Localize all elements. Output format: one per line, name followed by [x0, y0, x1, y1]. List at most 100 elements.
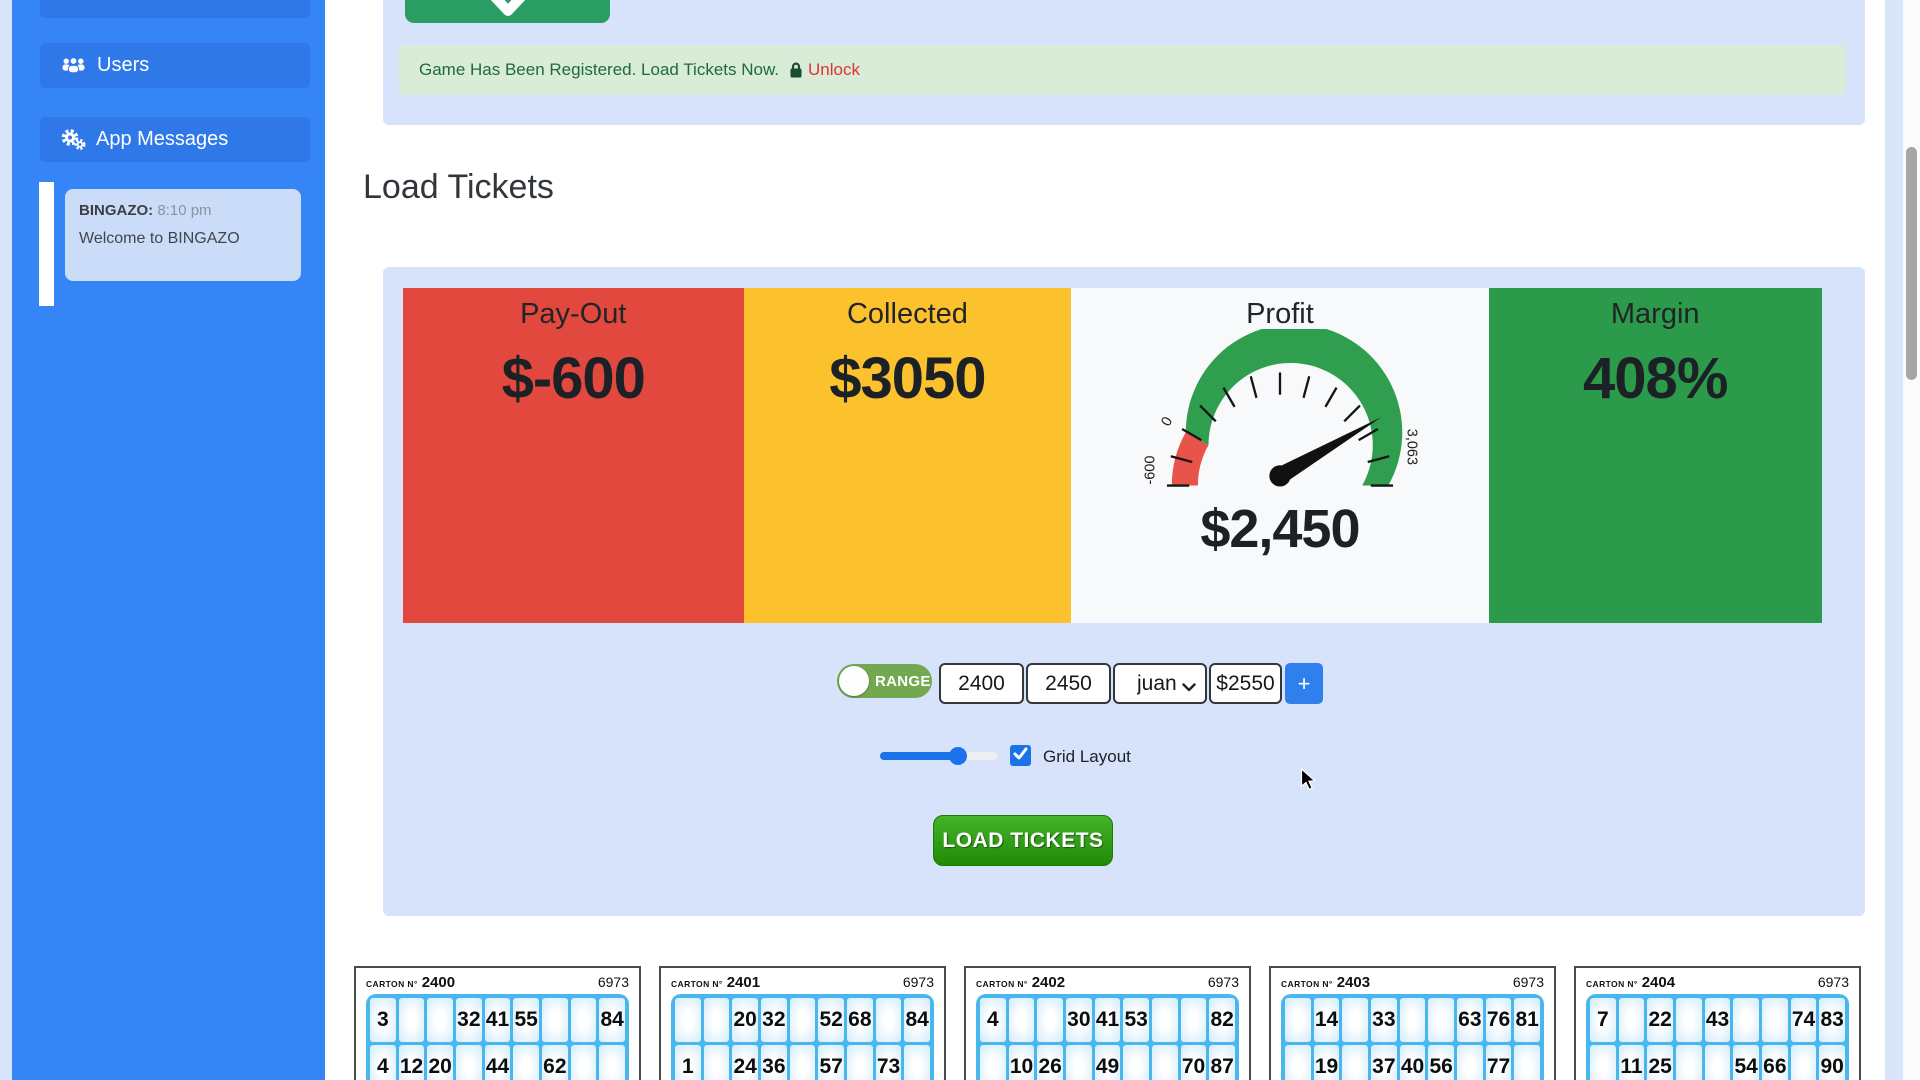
ticket-cell-number: 83 — [1819, 998, 1845, 1042]
sidebar-item-app-messages[interactable]: App Messages — [40, 117, 310, 162]
range-to-input[interactable] — [1026, 663, 1111, 704]
ticket-cell-empty — [790, 998, 816, 1042]
ticket-cell-number: 10 — [1009, 1045, 1035, 1080]
ticket-cell-empty — [1285, 1045, 1311, 1080]
carton-number: 2403 — [1337, 974, 1370, 991]
ticket-cell-number: 82 — [1209, 998, 1235, 1042]
stat-value: $3050 — [829, 345, 985, 412]
ticket-cell-number: 33 — [1371, 998, 1397, 1042]
ticket-cell-number: 54 — [1733, 1045, 1759, 1080]
stat-label: Profit — [1246, 298, 1314, 331]
ticket-cell-empty — [904, 1045, 930, 1080]
ticket-cell-number: 53 — [1123, 998, 1149, 1042]
carton-prefix: CARTON N° — [976, 979, 1028, 989]
ticket-grid: 332415584412204462 — [366, 994, 629, 1080]
page-title: Load Tickets — [363, 168, 554, 207]
carton-prefix: CARTON N° — [1281, 979, 1333, 989]
ticket-cell-number: 41 — [485, 998, 511, 1042]
profit-gauge: -60003,063 — [1125, 329, 1435, 506]
ticket-cell-empty — [1762, 998, 1788, 1042]
ticket-grid: 7224374831125546690 — [1586, 994, 1849, 1080]
load-tickets-button[interactable]: LOAD TICKETS — [933, 815, 1113, 866]
ticket-cell-empty — [1733, 998, 1759, 1042]
ticket-cell-number: 26 — [1037, 1045, 1063, 1080]
ticket-cell-empty — [847, 1045, 873, 1080]
ticket-cell-number: 32 — [761, 998, 787, 1042]
ticket-cell-empty — [1285, 998, 1311, 1042]
ticket-cell-empty — [1009, 998, 1035, 1042]
ticket-cell-number: 20 — [427, 1045, 453, 1080]
svg-text:3,063: 3,063 — [1403, 429, 1419, 465]
ticket-cell-empty — [399, 998, 425, 1042]
ticket-header: CARTON N° 2402 6973 — [976, 974, 1239, 991]
stats-row: Pay-Out $-600 Collected $3050 Profit -60… — [403, 288, 1822, 623]
svg-text:-600: -600 — [1142, 456, 1158, 485]
bingo-ticket-card[interactable]: CARTON N° 2401 6973 2032526884124365773 — [659, 966, 946, 1080]
ticket-cell-number: 24 — [732, 1045, 758, 1080]
ticket-header: CARTON N° 2403 6973 — [1281, 974, 1544, 991]
range-toggle-knob[interactable] — [839, 666, 869, 696]
ticket-cell-empty — [1037, 998, 1063, 1042]
ticket-cell-empty — [1152, 1045, 1178, 1080]
seller-select[interactable]: juan — [1113, 663, 1207, 704]
ticket-cell-empty — [675, 998, 701, 1042]
ticket-cell-number: 56 — [1428, 1045, 1454, 1080]
bingo-ticket-card[interactable]: CARTON N° 2403 6973 14336376811937405677 — [1269, 966, 1556, 1080]
add-range-button[interactable]: + — [1285, 663, 1323, 704]
alert-text: Game Has Been Registered. Load Tickets N… — [419, 60, 779, 80]
range-toggle[interactable]: RANGE — [837, 664, 932, 698]
ticket-cell-number: 43 — [1705, 998, 1731, 1042]
sidebar-item-label: App Messages — [96, 128, 228, 151]
bingo-ticket-card[interactable]: CARTON N° 2402 6973 4304153821026497087 — [964, 966, 1251, 1080]
ticket-cell-number: 1 — [675, 1045, 701, 1080]
carton-prefix: CARTON N° — [366, 979, 418, 989]
sidebar: Users App Messages BINGAZO: 8:10 pm Welc… — [12, 0, 325, 1080]
ticket-cell-empty — [571, 998, 597, 1042]
ticket-cell-number: 11 — [1619, 1045, 1645, 1080]
bingo-ticket-card[interactable]: CARTON N° 2404 6973 7224374831125546690 — [1574, 966, 1861, 1080]
ticket-cell-number: 52 — [818, 998, 844, 1042]
sidebar-item-partial[interactable] — [40, 0, 310, 18]
stat-value: 408% — [1583, 345, 1727, 412]
grid-layout-label: Grid Layout — [1043, 747, 1131, 767]
app-message-card: BINGAZO: 8:10 pm Welcome to BINGAZO — [65, 189, 301, 281]
sidebar-item-users[interactable]: Users — [40, 43, 310, 88]
ticket-cell-empty — [1457, 1045, 1483, 1080]
ticket-cell-number: 57 — [818, 1045, 844, 1080]
ticket-cell-empty — [1400, 998, 1426, 1042]
ticket-cell-number: 20 — [732, 998, 758, 1042]
confirm-button[interactable] — [405, 0, 610, 23]
ticket-cell-number: 66 — [1762, 1045, 1788, 1080]
ticket-serial: 6973 — [1818, 974, 1849, 990]
sidebar-item-label: Users — [97, 54, 149, 77]
ticket-cell-number: 7 — [1590, 998, 1616, 1042]
ticket-cell-empty — [1705, 1045, 1731, 1080]
unlock-link[interactable]: Unlock — [808, 60, 860, 80]
range-from-input[interactable] — [939, 663, 1024, 704]
ticket-cell-number: 87 — [1209, 1045, 1235, 1080]
ticket-cell-number: 74 — [1791, 998, 1817, 1042]
size-slider-thumb[interactable] — [949, 747, 967, 765]
ticket-header: CARTON N° 2401 6973 — [671, 974, 934, 991]
ticket-grid: 4304153821026497087 — [976, 994, 1239, 1080]
ticket-cell-empty — [980, 1045, 1006, 1080]
ticket-cell-number: 68 — [847, 998, 873, 1042]
checkmark-icon — [1013, 747, 1028, 765]
ticket-cell-empty — [1181, 998, 1207, 1042]
size-slider[interactable] — [880, 752, 998, 760]
scrollbar-thumb[interactable] — [1906, 147, 1917, 380]
scrollbar-track[interactable] — [1903, 0, 1920, 1080]
ticket-cell-number: 40 — [1400, 1045, 1426, 1080]
ticket-cell-empty — [1676, 1045, 1702, 1080]
ticket-cell-empty — [513, 1045, 539, 1080]
grid-layout-checkbox[interactable] — [1010, 745, 1031, 766]
ticket-grid: 2032526884124365773 — [671, 994, 934, 1080]
ticket-cell-empty — [704, 998, 730, 1042]
bingo-ticket-card[interactable]: CARTON N° 2400 6973 332415584412204462 — [354, 966, 641, 1080]
ticket-header: CARTON N° 2404 6973 — [1586, 974, 1849, 991]
size-slider-fill — [880, 752, 958, 760]
price-input[interactable] — [1209, 663, 1282, 704]
ticket-cell-number: 73 — [876, 1045, 902, 1080]
message-time: 8:10 pm — [157, 202, 211, 219]
ticket-cell-empty — [1066, 1045, 1092, 1080]
